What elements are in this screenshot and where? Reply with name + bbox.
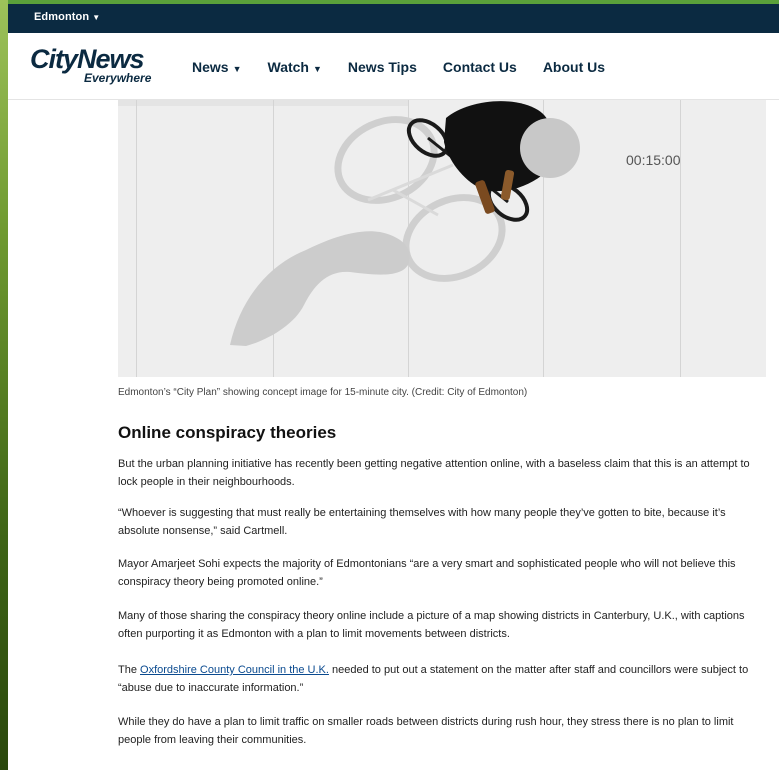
nav-label: Watch xyxy=(267,59,309,75)
oxfordshire-council-link[interactable]: Oxfordshire County Council in the U.K. xyxy=(140,664,329,676)
article-paragraph: Many of those sharing the conspiracy the… xyxy=(118,610,745,640)
nav-label: Contact Us xyxy=(442,59,517,75)
logo-tagline: Everywhere xyxy=(84,71,152,85)
main-nav: News ▼ Watch ▼ News Tips Contact Us About … xyxy=(192,58,631,78)
article-page: 00:15:00 Edmonton’s “City Plan” showing … xyxy=(8,100,779,770)
chevron-down-icon: ▼ xyxy=(312,64,322,74)
article-paragraph: Mayor Amarjeet Sohi expects the majority… xyxy=(118,558,736,588)
nav-label: News xyxy=(192,59,229,75)
nav-item-contact-us[interactable]: Contact Us xyxy=(443,58,517,78)
nav-item-news[interactable]: News ▼ xyxy=(192,58,242,78)
article-hero-image: 00:15:00 xyxy=(118,100,766,377)
nav-item-watch[interactable]: Watch ▼ xyxy=(268,58,322,78)
top-region-bar: Edmonton ▼ xyxy=(8,0,779,33)
cyclist-illustration xyxy=(230,101,580,346)
desktop-background xyxy=(0,0,8,770)
article-paragraph: But the urban planning initiative has re… xyxy=(118,458,750,488)
chevron-down-icon: ▼ xyxy=(92,13,101,22)
section-heading: Online conspiracy theories xyxy=(118,423,337,442)
article-paragraph: “Whoever is suggesting that must really … xyxy=(118,507,726,537)
site-header: CityNews Everywhere News ▼ Watch ▼ News Ti… xyxy=(8,33,779,100)
region-label: Edmonton xyxy=(34,11,90,23)
image-caption: Edmonton’s “City Plan” showing concept i… xyxy=(118,387,528,398)
nav-item-news-tips[interactable]: News Tips xyxy=(348,58,417,78)
nav-label: News Tips xyxy=(347,59,417,75)
logo-wordmark: CityNews xyxy=(30,44,145,74)
nav-item-about-us[interactable]: About Us xyxy=(543,58,605,78)
chevron-down-icon: ▼ xyxy=(232,64,242,74)
timer-label: 00:15:00 xyxy=(626,152,681,168)
article-paragraph: While they do have a plan to limit traff… xyxy=(118,716,734,746)
paragraph-text: The xyxy=(118,664,141,676)
article-paragraph: The Oxfordshire County Council in the U.… xyxy=(118,662,766,697)
nav-label: About Us xyxy=(542,59,606,75)
citynews-logo[interactable]: CityNews Everywhere xyxy=(30,44,170,86)
region-selector[interactable]: Edmonton ▼ xyxy=(34,11,100,23)
